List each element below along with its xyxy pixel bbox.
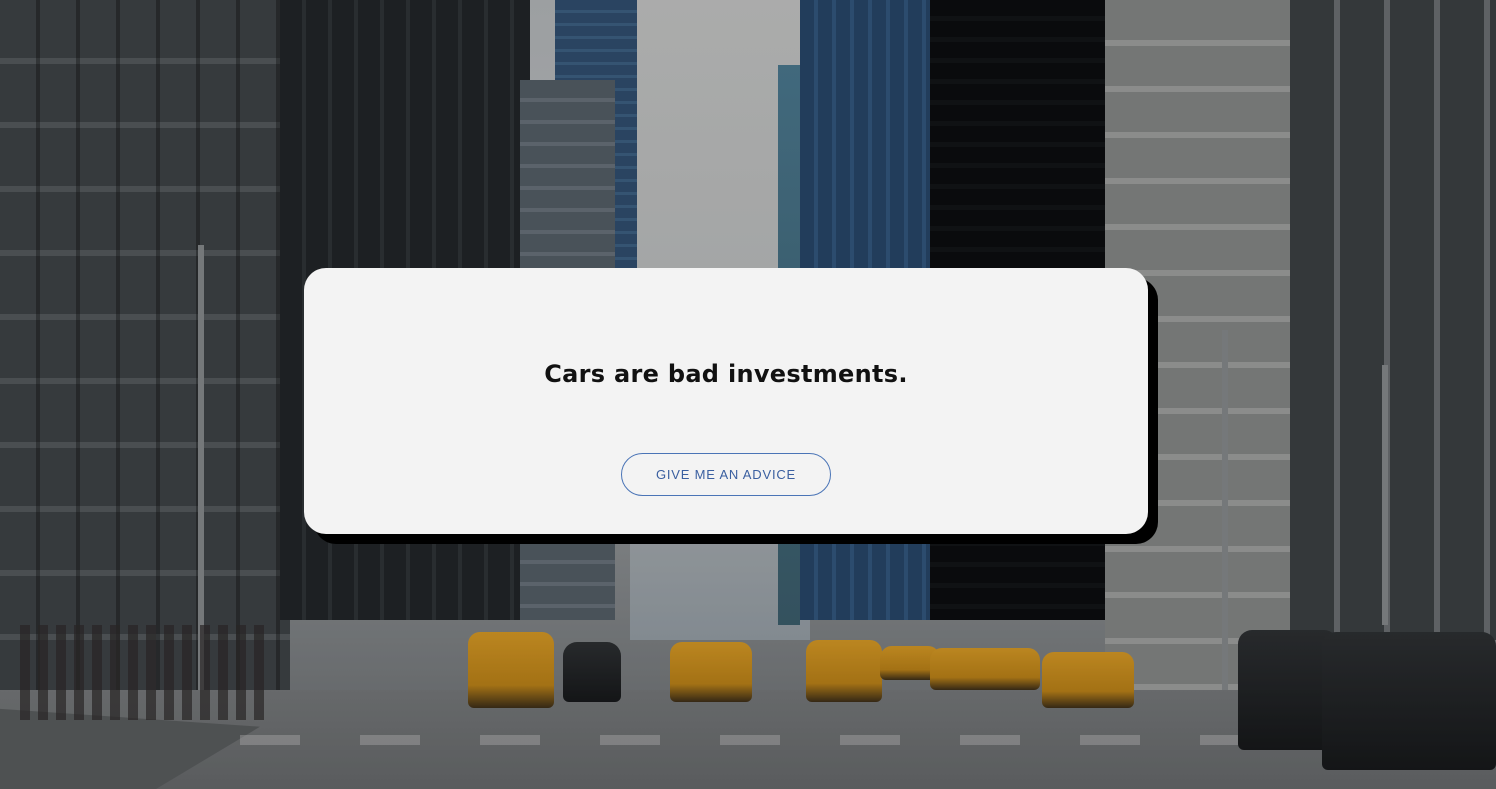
advice-card: Cars are bad investments. GIVE ME AN ADV… [304,268,1148,534]
card-title: Cars are bad investments. [544,360,908,388]
give-advice-button[interactable]: GIVE ME AN ADVICE [621,453,831,496]
